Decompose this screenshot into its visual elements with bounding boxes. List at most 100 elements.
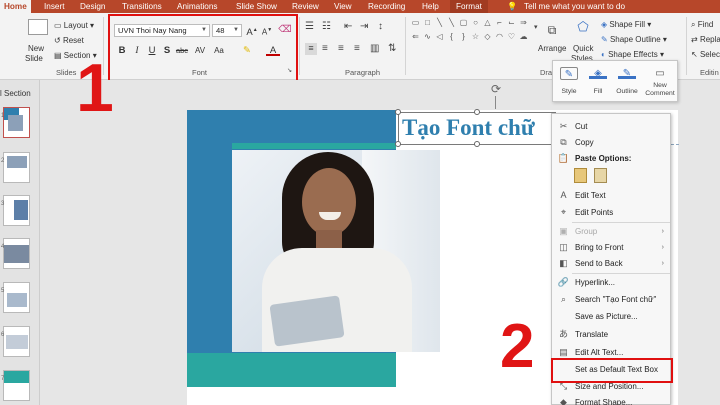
reset-button[interactable]: ↺ Reset bbox=[54, 36, 84, 45]
slide-thumbnail[interactable] bbox=[3, 152, 30, 183]
resize-handle[interactable] bbox=[395, 109, 401, 115]
diamond-shape-icon[interactable]: ◇ bbox=[483, 32, 492, 41]
align-right-icon[interactable]: ≡ bbox=[338, 43, 344, 54]
tab-format[interactable]: Format bbox=[450, 0, 488, 13]
rectangle-shape-icon[interactable]: □ bbox=[423, 18, 432, 27]
star-shape-icon[interactable]: ☆ bbox=[471, 32, 480, 41]
replace-button[interactable]: ⇄ Replace bbox=[691, 35, 720, 44]
menu-item-send-to-back[interactable]: ◧ Send to Back › bbox=[552, 255, 670, 272]
copy-icon: ⧉ bbox=[560, 137, 567, 147]
brace-shape-icon[interactable]: } bbox=[459, 32, 468, 41]
mini-outline-button[interactable]: ✎ Outline bbox=[612, 61, 642, 103]
layout-button[interactable]: ▭ Layout ▾ bbox=[54, 21, 94, 30]
send-back-icon: ◧ bbox=[559, 258, 568, 268]
tab-transitions[interactable]: Transitions bbox=[122, 0, 162, 13]
heart-shape-icon[interactable]: ♡ bbox=[507, 32, 516, 41]
textbox-shape-icon[interactable]: ▭ bbox=[411, 18, 420, 27]
resize-handle[interactable] bbox=[474, 109, 480, 115]
rounded-rectangle-shape-icon[interactable]: ▢ bbox=[459, 18, 468, 27]
elbow-shape-icon[interactable]: ⌙ bbox=[507, 18, 516, 27]
line-spacing-icon[interactable]: ↕ bbox=[378, 21, 383, 32]
tab-design[interactable]: Design bbox=[80, 0, 106, 13]
section-header[interactable]: l Section bbox=[0, 89, 31, 98]
slide-number: 4 bbox=[1, 244, 5, 250]
shape-fill-button[interactable]: ◈ Shape Fill ▾ bbox=[601, 20, 651, 29]
arrange-button[interactable]: Arrange bbox=[538, 44, 566, 53]
slide-thumbnail[interactable] bbox=[3, 107, 30, 138]
menu-item-group[interactable]: ▣ Group › bbox=[552, 223, 670, 240]
justify-icon[interactable]: ≡ bbox=[354, 43, 360, 54]
menu-item-edit-points[interactable]: ⌖ Edit Points bbox=[552, 204, 670, 221]
align-center-icon[interactable]: ≡ bbox=[322, 43, 328, 54]
mini-fill-button[interactable]: ◈ Fill bbox=[583, 61, 613, 103]
arrow-shape-icon[interactable]: ⇒ bbox=[519, 18, 528, 27]
slide-photo[interactable] bbox=[232, 150, 440, 352]
resize-handle[interactable] bbox=[474, 141, 480, 147]
tab-view[interactable]: View bbox=[334, 0, 352, 13]
slide-thumbnail[interactable] bbox=[3, 238, 30, 269]
gallery-more-icon[interactable]: ▾ bbox=[534, 23, 538, 31]
increase-indent-icon[interactable]: ⇥ bbox=[360, 21, 368, 32]
chevron-right-icon: › bbox=[661, 260, 664, 267]
slide-thumbnail[interactable] bbox=[3, 195, 30, 226]
paste-picture-icon[interactable] bbox=[594, 168, 607, 183]
slide-thumbnail[interactable] bbox=[3, 326, 30, 357]
menu-item-search[interactable]: ⌕ Search "Tạo Font chữ" bbox=[552, 291, 670, 308]
resize-handle[interactable] bbox=[395, 141, 401, 147]
shape-outline-button[interactable]: ✎ Shape Outline ▾ bbox=[601, 35, 667, 44]
connector-shape-icon[interactable]: ⌐ bbox=[495, 18, 504, 27]
menu-item-edit-text[interactable]: A Edit Text bbox=[552, 187, 670, 204]
line-shape-icon[interactable]: ╲ bbox=[447, 18, 456, 27]
columns-icon[interactable]: ▥ bbox=[370, 43, 379, 54]
slide-thumbnail[interactable] bbox=[3, 282, 30, 313]
tab-review[interactable]: Review bbox=[292, 0, 319, 13]
numbering-icon[interactable]: ☷ bbox=[322, 21, 331, 32]
group-separator bbox=[405, 17, 406, 75]
menu-item-bring-to-front[interactable]: ◫ Bring to Front › bbox=[552, 239, 670, 256]
arrange-icon: ⧉ bbox=[547, 23, 557, 37]
triangle-shape-icon[interactable]: ◁ bbox=[435, 32, 444, 41]
menu-item-cut[interactable]: ✂ Cut bbox=[552, 118, 670, 135]
triangle-shape-icon[interactable]: △ bbox=[483, 18, 492, 27]
tab-animations[interactable]: Animations bbox=[177, 0, 218, 13]
select-button[interactable]: ↖ Select bbox=[691, 50, 720, 59]
arrow-shape-icon[interactable]: ⇐ bbox=[411, 32, 420, 41]
menu-item-hyperlink[interactable]: 🔗 Hyperlink... bbox=[552, 274, 670, 291]
tab-insert[interactable]: Insert bbox=[44, 0, 64, 13]
menu-item-format-shape[interactable]: ◆ Format Shape... bbox=[552, 394, 670, 405]
ribbon-tab-bar: Home Insert Design Transitions Animation… bbox=[0, 0, 720, 13]
text-direction-icon[interactable]: ⇅ bbox=[388, 43, 396, 54]
new-slide-icon bbox=[28, 19, 48, 35]
rotate-handle-icon[interactable]: ⟳ bbox=[489, 82, 503, 96]
bullets-icon[interactable]: ☰ bbox=[305, 21, 314, 32]
new-slide-label-2[interactable]: Slide bbox=[25, 54, 43, 63]
mini-new-comment-button[interactable]: ▭ New Comment bbox=[645, 61, 675, 103]
tab-recording[interactable]: Recording bbox=[368, 0, 405, 13]
curve-shape-icon[interactable]: ∿ bbox=[423, 32, 432, 41]
cloud-shape-icon[interactable]: ☁ bbox=[519, 32, 528, 41]
new-slide-label[interactable]: New bbox=[28, 44, 44, 53]
tab-home[interactable]: Home bbox=[0, 0, 31, 13]
slide-thumbnail[interactable] bbox=[3, 370, 30, 401]
shape-effects-button[interactable]: ◐ Shape Effects ▾ bbox=[601, 50, 664, 59]
decrease-indent-icon[interactable]: ⇤ bbox=[344, 21, 352, 32]
title-text[interactable]: Tạo Font chữ bbox=[402, 114, 535, 142]
tell-me-search[interactable]: Tell me what you want to do bbox=[524, 0, 625, 13]
thumb-image bbox=[4, 245, 29, 263]
menu-item-save-as-picture[interactable]: Save as Picture... bbox=[552, 308, 670, 325]
shape-outline-label: Shape Outline bbox=[609, 35, 661, 44]
mini-style-button[interactable]: ✎ Style bbox=[554, 61, 584, 103]
quick-styles-button[interactable]: Quick bbox=[573, 44, 593, 53]
tab-help[interactable]: Help bbox=[422, 0, 439, 13]
align-left-icon[interactable]: ≡ bbox=[305, 43, 317, 55]
find-button[interactable]: ⌕ Find bbox=[691, 20, 713, 30]
brace-shape-icon[interactable]: { bbox=[447, 32, 456, 41]
oval-shape-icon[interactable]: ○ bbox=[471, 18, 480, 27]
tab-slide-show[interactable]: Slide Show bbox=[236, 0, 277, 13]
menu-item-translate[interactable]: あ Translate bbox=[552, 326, 670, 343]
menu-item-copy[interactable]: ⧉ Copy bbox=[552, 134, 670, 151]
line-shape-icon[interactable]: ╲ bbox=[435, 18, 444, 27]
arc-shape-icon[interactable]: ◠ bbox=[495, 32, 504, 41]
menu-item-paste-options: 📋 Paste Options: bbox=[552, 150, 670, 167]
paste-keep-format-icon[interactable] bbox=[574, 168, 587, 183]
